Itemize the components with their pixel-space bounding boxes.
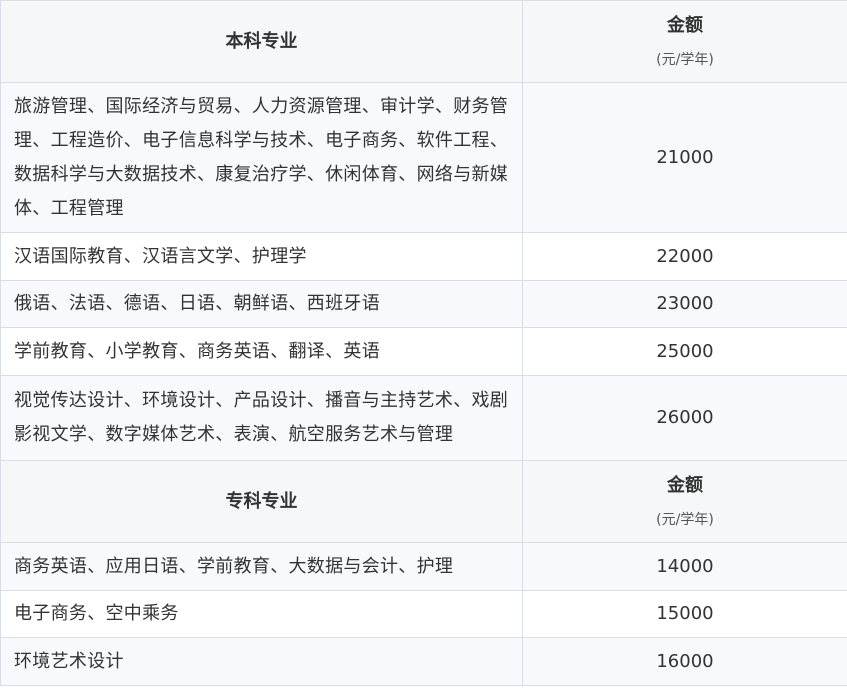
amount-label: 金额 — [667, 474, 703, 496]
amount-unit: (元/学年) — [656, 51, 714, 68]
table-row: 视觉传达设计、环境设计、产品设计、播音与主持艺术、戏剧影视文学、数字媒体艺术、表… — [0, 375, 847, 461]
major-list: 电子商务、空中乘务 — [0, 590, 523, 638]
table-row: 环境艺术设计 16000 — [0, 637, 847, 686]
fee-amount: 26000 — [522, 375, 847, 461]
table-row: 电子商务、空中乘务 15000 — [0, 590, 847, 638]
fee-amount: 22000 — [522, 232, 847, 281]
fee-amount: 23000 — [522, 280, 847, 328]
fee-amount: 15000 — [522, 590, 847, 638]
amount-unit: (元/学年) — [656, 511, 714, 528]
college-header-label: 专科专业 — [0, 460, 523, 543]
table-row: 商务英语、应用日语、学前教育、大数据与会计、护理 14000 — [0, 542, 847, 591]
undergrad-header-label: 本科专业 — [0, 0, 523, 83]
major-list: 视觉传达设计、环境设计、产品设计、播音与主持艺术、戏剧影视文学、数字媒体艺术、表… — [0, 375, 523, 461]
major-list: 旅游管理、国际经济与贸易、人力资源管理、审计学、财务管理、工程造价、电子信息科学… — [0, 82, 523, 233]
undergrad-header-row: 本科专业 金额 (元/学年) — [0, 0, 847, 83]
major-list: 商务英语、应用日语、学前教育、大数据与会计、护理 — [0, 542, 523, 591]
fee-amount: 21000 — [522, 82, 847, 233]
major-list: 俄语、法语、德语、日语、朝鲜语、西班牙语 — [0, 280, 523, 328]
fee-amount: 25000 — [522, 327, 847, 376]
college-amount-header: 金额 (元/学年) — [522, 460, 847, 543]
major-list: 汉语国际教育、汉语言文学、护理学 — [0, 232, 523, 281]
table-row: 汉语国际教育、汉语言文学、护理学 22000 — [0, 232, 847, 281]
major-list: 学前教育、小学教育、商务英语、翻译、英语 — [0, 327, 523, 376]
fee-amount: 14000 — [522, 542, 847, 591]
table-row: 旅游管理、国际经济与贸易、人力资源管理、审计学、财务管理、工程造价、电子信息科学… — [0, 82, 847, 233]
college-header-row: 专科专业 金额 (元/学年) — [0, 460, 847, 543]
fee-amount: 16000 — [522, 637, 847, 686]
table-row: 俄语、法语、德语、日语、朝鲜语、西班牙语 23000 — [0, 280, 847, 328]
tuition-table: 本科专业 金额 (元/学年) 旅游管理、国际经济与贸易、人力资源管理、审计学、财… — [0, 0, 847, 686]
undergrad-amount-header: 金额 (元/学年) — [522, 0, 847, 83]
major-list: 环境艺术设计 — [0, 637, 523, 686]
table-row: 学前教育、小学教育、商务英语、翻译、英语 25000 — [0, 327, 847, 376]
amount-label: 金额 — [667, 14, 703, 36]
